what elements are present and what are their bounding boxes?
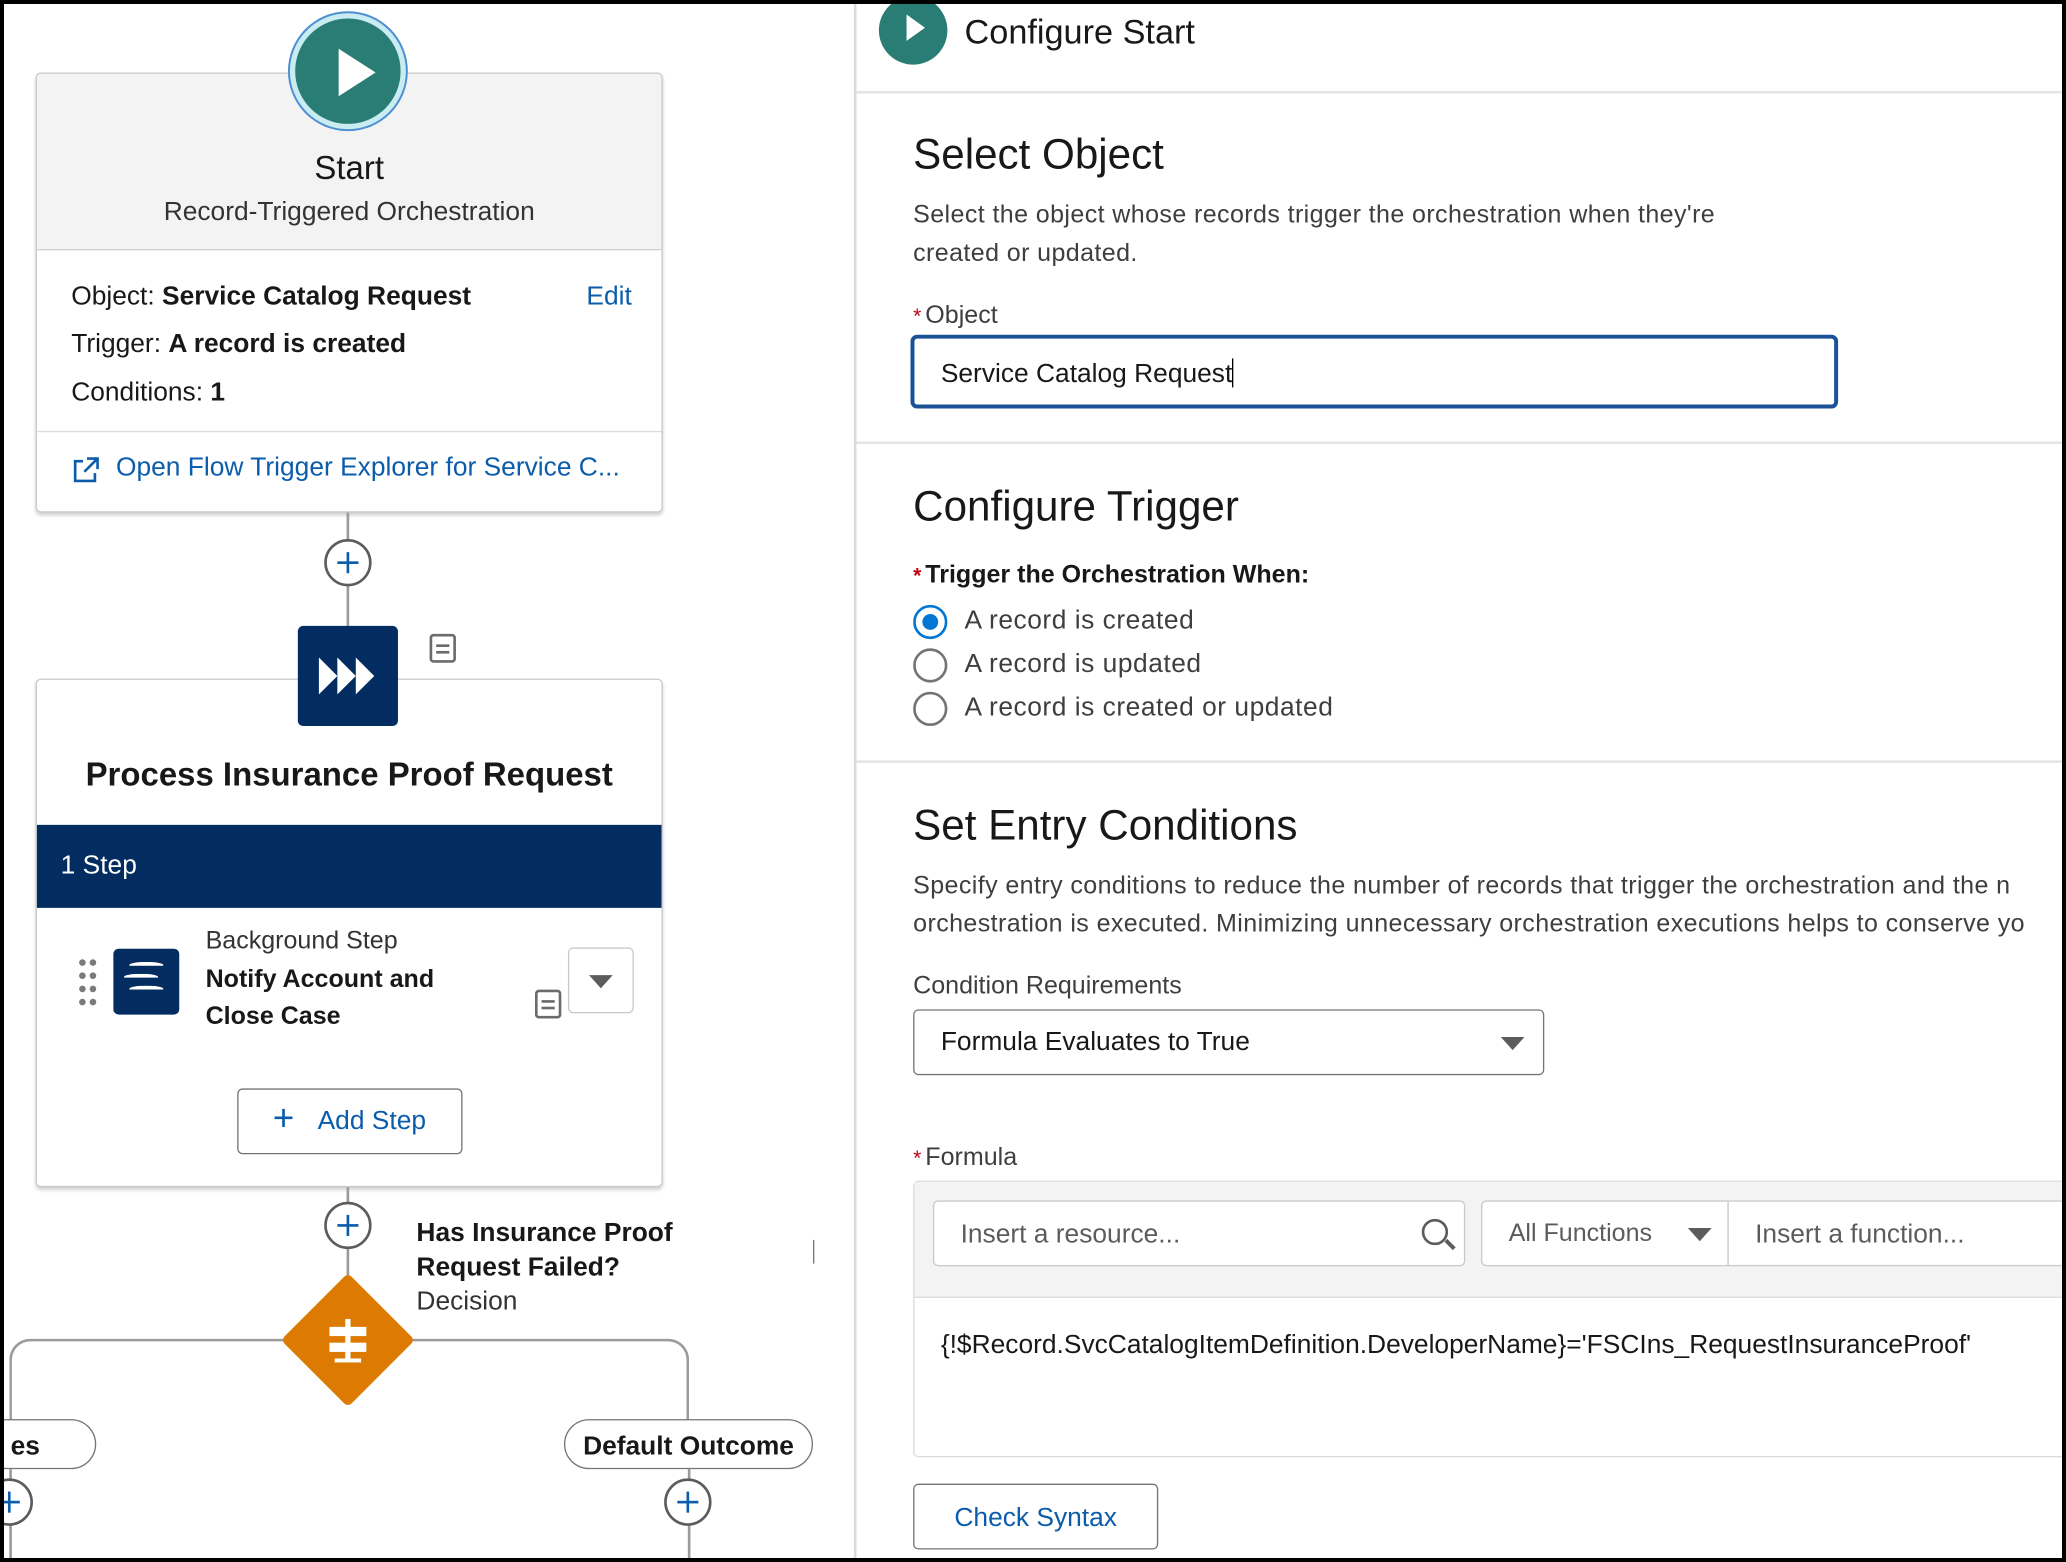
required-marker: * xyxy=(913,565,922,588)
add-element-plus-icon[interactable] xyxy=(4,1478,33,1526)
entry-conditions-help-line1: Specify entry conditions to reduce the n… xyxy=(913,872,2011,900)
formula-label: * Formula xyxy=(913,1144,1017,1173)
trigger-when-text: Trigger the Orchestration When: xyxy=(925,561,1310,590)
resource-placeholder: Insert a resource... xyxy=(960,1220,1181,1250)
start-play-icon xyxy=(878,4,948,65)
stage-title: Process Insurance Proof Request xyxy=(85,756,613,794)
function-search-input[interactable]: Insert a function... xyxy=(1727,1200,2062,1267)
outcome-pill-left[interactable]: es xyxy=(4,1419,97,1470)
left-outcome-label: es xyxy=(10,1432,40,1462)
add-step-button[interactable]: + Add Step xyxy=(237,1088,463,1155)
section-separator xyxy=(856,760,2062,763)
decision-name-line1: Has Insurance Proof xyxy=(416,1218,673,1248)
divider-tick xyxy=(813,1239,815,1264)
radio-record-updated[interactable] xyxy=(913,648,948,683)
stage-description-icon[interactable] xyxy=(429,633,456,663)
chevron-down-icon xyxy=(1687,1228,1712,1242)
function-placeholder: Insert a function... xyxy=(1755,1220,1965,1250)
object-label: Object: xyxy=(71,282,155,312)
condition-requirements-select[interactable]: Formula Evaluates to True xyxy=(913,1009,1545,1076)
functions-category-select[interactable]: All Functions xyxy=(1481,1200,1729,1267)
start-element[interactable]: Start Record-Triggered Orchestration Obj… xyxy=(35,72,663,513)
external-link-icon xyxy=(73,457,99,483)
search-icon xyxy=(1421,1218,1449,1246)
resource-search-input[interactable]: Insert a resource... xyxy=(932,1200,1466,1267)
decision-name-line2: Request Failed? xyxy=(416,1253,620,1283)
stage-element[interactable]: Process Insurance Proof Request 1 Step B… xyxy=(35,678,663,1188)
condition-requirements-value: Formula Evaluates to True xyxy=(940,1027,1250,1057)
add-element-plus-icon[interactable] xyxy=(324,538,372,587)
object-label-text: Object xyxy=(925,301,998,330)
trigger-row: Trigger: A record is created xyxy=(71,329,406,359)
add-step-label: Add Step xyxy=(317,1106,427,1136)
check-syntax-button[interactable]: Check Syntax xyxy=(913,1483,1159,1550)
object-row: Object: Service Catalog Request xyxy=(71,282,471,312)
select-object-help-line2: created or updated. xyxy=(913,239,1138,268)
radio-record-created-or-updated[interactable] xyxy=(913,691,948,727)
start-footer xyxy=(36,430,662,433)
conditions-value: 1 xyxy=(210,378,226,408)
formula-label-text: Formula xyxy=(925,1143,1018,1172)
conditions-row: Conditions: 1 xyxy=(71,378,225,408)
step-count-band: 1 Step xyxy=(36,824,662,908)
configure-trigger-heading: Configure Trigger xyxy=(913,482,1239,530)
flow-trigger-explorer-link[interactable]: Open Flow Trigger Explorer for Service C… xyxy=(116,453,620,483)
object-value: Service Catalog Request xyxy=(162,282,472,312)
start-subtitle: Record-Triggered Orchestration xyxy=(163,197,535,227)
step-name-line2[interactable]: Close Case xyxy=(206,1003,341,1032)
functions-category-value: All Functions xyxy=(1508,1220,1653,1248)
step-name-line1[interactable]: Notify Account and xyxy=(206,966,435,995)
select-object-heading: Select Object xyxy=(913,130,1164,178)
decision-signpost-icon xyxy=(329,1318,367,1363)
condition-requirements-label: Condition Requirements xyxy=(913,972,1182,1001)
step-count: 1 Step xyxy=(60,851,137,881)
trigger-when-label: * Trigger the Orchestration When: xyxy=(913,561,1309,590)
formula-text[interactable]: {!$Record.SvcCatalogItemDefinition.Devel… xyxy=(941,1331,1971,1361)
step-type: Background Step xyxy=(205,927,398,956)
radio-label-updated[interactable]: A record is updated xyxy=(965,650,1202,680)
background-step-icon xyxy=(113,948,180,1015)
formula-editor: Insert a resource... All Functions Inser… xyxy=(913,1180,2062,1458)
conditions-label: Conditions: xyxy=(71,378,204,408)
plus-icon: + xyxy=(272,1097,295,1139)
configure-start-panel: Configure Start Select Object Select the… xyxy=(856,4,2062,1558)
object-input-value: Service Catalog Request xyxy=(940,359,1233,389)
chevron-down-icon xyxy=(589,975,613,989)
chevron-down-icon xyxy=(1500,1036,1525,1051)
section-separator xyxy=(856,90,2062,94)
trigger-value: A record is created xyxy=(168,329,407,359)
required-marker: * xyxy=(913,305,922,329)
section-separator xyxy=(856,441,2062,445)
entry-conditions-heading: Set Entry Conditions xyxy=(913,801,1298,849)
edit-link[interactable]: Edit xyxy=(586,282,631,312)
select-object-help-line1: Select the object whose records trigger … xyxy=(913,201,1716,230)
drag-handle-icon[interactable] xyxy=(79,959,97,1006)
trigger-label: Trigger: xyxy=(71,329,162,359)
radio-record-created[interactable] xyxy=(913,604,948,640)
radio-label-created[interactable]: A record is created xyxy=(965,606,1195,636)
add-element-plus-icon[interactable] xyxy=(324,1201,372,1250)
text-cursor xyxy=(1232,358,1234,388)
step-description-icon[interactable] xyxy=(534,989,562,1019)
start-title: Start xyxy=(314,150,384,188)
required-marker: * xyxy=(913,1147,922,1171)
object-field-label: * Object xyxy=(913,302,998,331)
decision-type: Decision xyxy=(416,1287,518,1317)
formula-toolbar: Insert a resource... All Functions Inser… xyxy=(914,1181,2062,1298)
entry-conditions-help-line2: orchestration is executed. Minimizing un… xyxy=(913,910,2025,939)
stage-chevron-icon xyxy=(297,625,398,727)
radio-label-created-or-updated[interactable]: A record is created or updated xyxy=(965,693,1334,723)
default-outcome-label: Default Outcome xyxy=(583,1432,794,1462)
start-play-icon[interactable] xyxy=(289,13,406,130)
default-outcome-pill[interactable]: Default Outcome xyxy=(563,1419,814,1470)
step-menu-button[interactable] xyxy=(567,947,634,1014)
object-input[interactable]: Service Catalog Request xyxy=(910,334,1839,409)
add-element-plus-icon[interactable] xyxy=(664,1478,712,1526)
app-frame: Start Record-Triggered Orchestration Obj… xyxy=(0,0,2066,1562)
flow-canvas[interactable]: Start Record-Triggered Orchestration Obj… xyxy=(4,4,854,1558)
panel-title: Configure Start xyxy=(964,11,1195,52)
